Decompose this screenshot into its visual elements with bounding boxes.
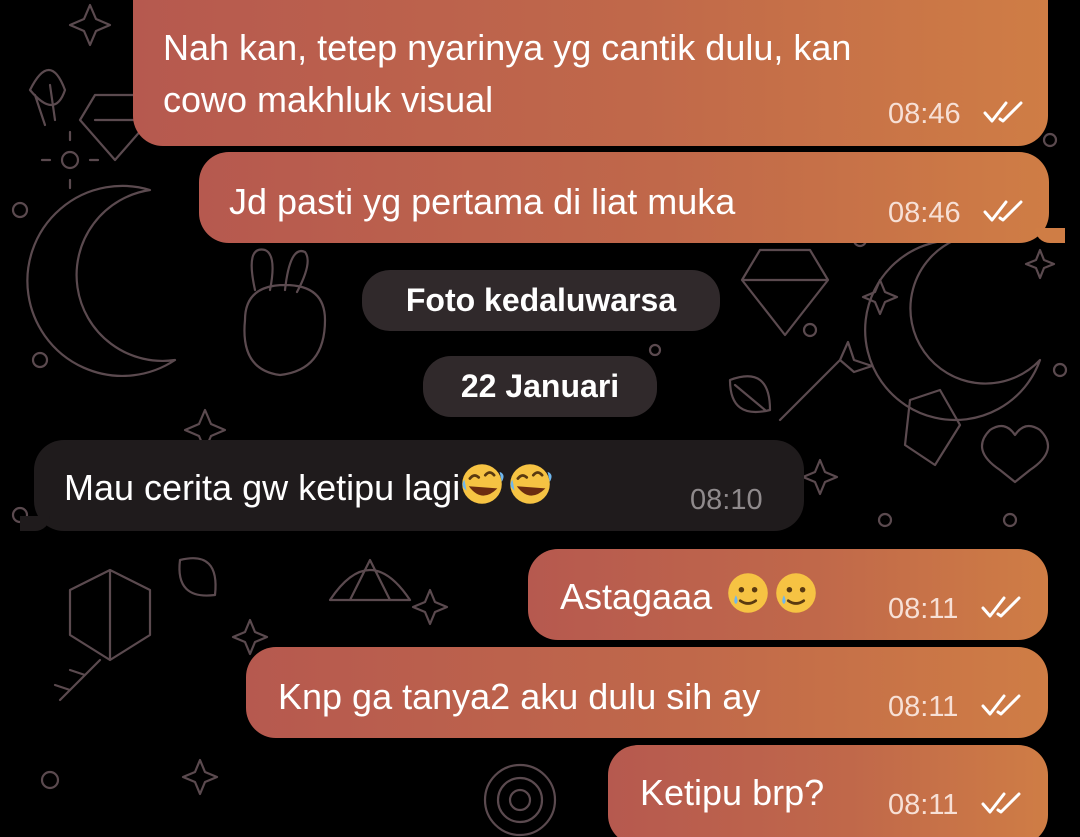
double-check-icon bbox=[983, 101, 1023, 123]
message-time: 08:11 bbox=[888, 593, 959, 625]
message-text: Jd pasti yg pertama di liat muka bbox=[229, 181, 736, 222]
message-text: Mau cerita gw ketipu lagi bbox=[64, 462, 552, 514]
message-text: Astagaaa bbox=[560, 571, 818, 623]
double-check-icon bbox=[983, 200, 1023, 222]
message-time: 08:46 bbox=[888, 197, 961, 229]
outgoing-message[interactable]: Jd pasti yg pertama di liat muka 08:46 bbox=[199, 152, 1049, 243]
smiling-face-with-tear-emoji bbox=[776, 573, 816, 613]
incoming-message[interactable]: Mau cerita gw ketipu lagi 08:10 bbox=[34, 440, 804, 531]
outgoing-message[interactable]: Ketipu brp? 08:11 bbox=[608, 745, 1048, 837]
message-text: Ketipu brp? bbox=[640, 772, 825, 813]
message-text: Nah kan, tetep nyarinya yg cantik dulu, … bbox=[163, 27, 852, 68]
message-text: Knp ga tanya2 aku dulu sih ay bbox=[278, 676, 761, 717]
message-text: cowo makhluk visual bbox=[163, 79, 494, 120]
rolling-on-floor-laughing-emoji bbox=[510, 464, 552, 504]
smiling-face-with-tear-emoji bbox=[728, 573, 768, 613]
outgoing-message[interactable]: Nah kan, tetep nyarinya yg cantik dulu, … bbox=[133, 0, 1048, 146]
expired-photo-note: Foto kedaluwarsa bbox=[362, 270, 720, 331]
double-check-icon bbox=[981, 694, 1021, 716]
chat-history[interactable]: Nah kan, tetep nyarinya yg cantik dulu, … bbox=[0, 0, 1080, 837]
double-check-icon bbox=[981, 596, 1021, 618]
message-text-body: Astagaaa bbox=[560, 576, 713, 617]
date-separator: 22 Januari bbox=[423, 356, 657, 417]
outgoing-message[interactable]: Knp ga tanya2 aku dulu sih ay 08:11 bbox=[246, 647, 1048, 738]
double-check-icon bbox=[981, 792, 1021, 814]
message-time: 08:10 bbox=[690, 484, 763, 516]
message-text-body: Mau cerita gw ketipu lagi bbox=[64, 467, 461, 508]
message-time: 08:11 bbox=[888, 691, 959, 723]
outgoing-message[interactable]: Astagaaa 08:11 bbox=[528, 549, 1048, 640]
message-time: 08:46 bbox=[888, 98, 961, 130]
rolling-on-floor-laughing-emoji bbox=[462, 464, 504, 504]
message-time: 08:11 bbox=[888, 789, 959, 821]
